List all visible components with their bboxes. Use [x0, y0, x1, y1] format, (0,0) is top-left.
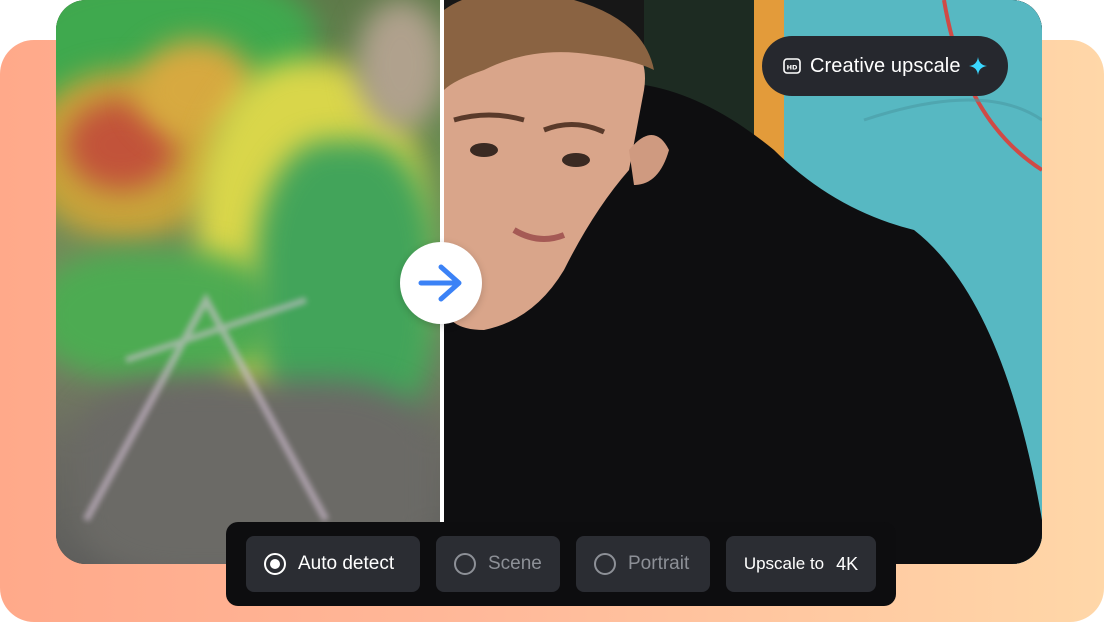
compare-arrow-button[interactable] — [400, 242, 482, 324]
creative-upscale-badge[interactable]: HD Creative upscale — [762, 36, 1008, 96]
sparkle-icon — [968, 57, 987, 75]
radio-unselected-icon — [594, 553, 616, 575]
option-label: Portrait — [628, 553, 690, 574]
option-scene[interactable]: Scene — [436, 536, 560, 592]
radio-selected-icon — [264, 553, 286, 575]
resolution-value: 4K — [836, 553, 859, 574]
option-auto-detect[interactable]: Auto detect — [246, 536, 420, 592]
arrow-right-icon — [418, 264, 462, 302]
radio-unselected-icon — [454, 553, 476, 575]
upscale-to-4k-button[interactable]: Upscale to 4K — [726, 536, 876, 592]
hd-icon: HD — [783, 58, 801, 74]
option-label: Auto detect — [298, 553, 395, 574]
option-portrait[interactable]: Portrait — [576, 536, 710, 592]
badge-label: Creative upscale — [810, 54, 961, 77]
before-image-blurred — [56, 0, 440, 564]
option-label: Scene — [488, 553, 542, 574]
upscale-label: Upscale to — [743, 554, 825, 573]
svg-text:HD: HD — [787, 63, 798, 71]
upscale-toolbar: Auto detect Scene Portrait Upscale to 4K — [226, 522, 896, 606]
